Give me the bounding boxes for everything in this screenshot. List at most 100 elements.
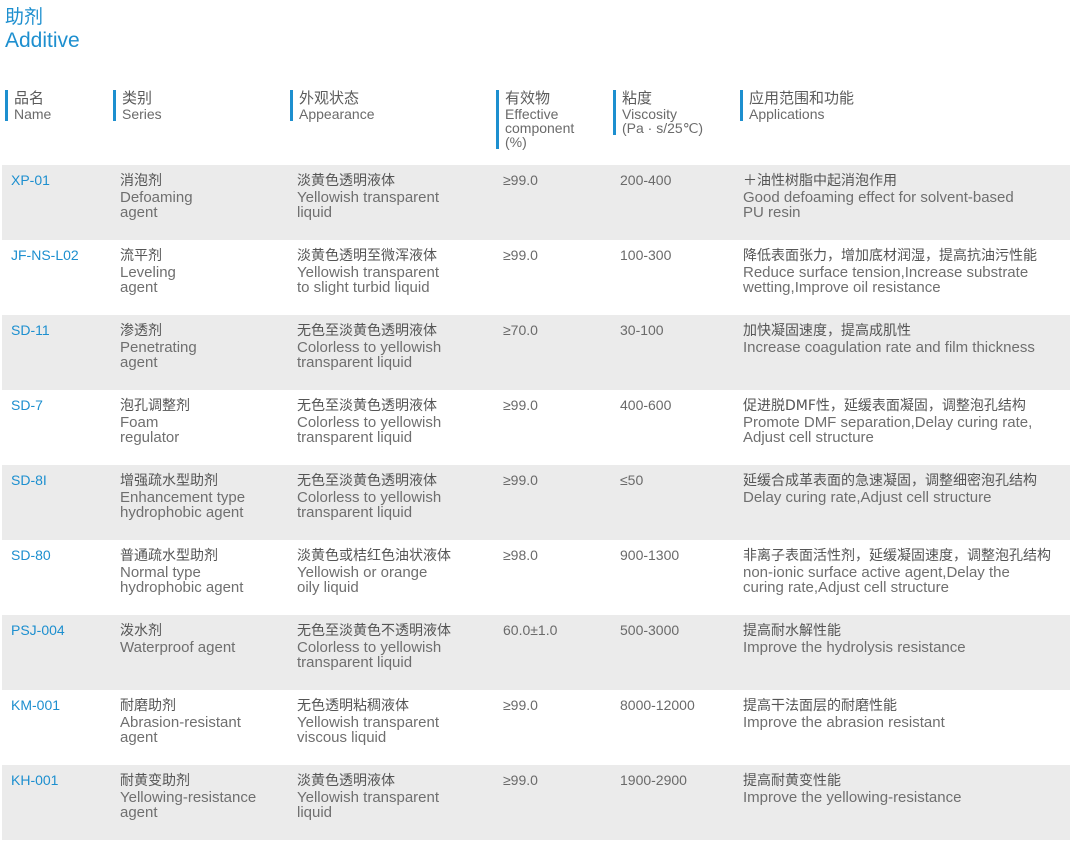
appearance-zh: 淡黄色或桔红色油状液体 <box>297 548 451 564</box>
header-series-zh: 类别 <box>122 89 153 107</box>
product-applications: 提高耐黄变性能 Improve the yellowing-resistance <box>743 773 1068 805</box>
product-name: XP-01 <box>11 172 50 188</box>
series-en: hydrophobic agent <box>120 504 244 521</box>
product-appearance: 无色至淡黄色透明液体 Colorless to yellowish transpar… <box>297 473 497 520</box>
product-effective-component: ≥99.0 <box>503 772 538 788</box>
series-en: Defoaming <box>120 189 193 206</box>
header-series: 类别 Series <box>113 90 162 121</box>
applications-en: PU resin <box>743 204 801 221</box>
product-appearance: 淡黄色透明液体 Yellowish transparent liquid <box>297 773 497 820</box>
applications-en: Adjust cell structure <box>743 429 874 446</box>
appearance-en: Yellowish or orange <box>297 564 428 581</box>
appearance-en: transparent liquid <box>297 654 413 671</box>
product-effective-component: ≥98.0 <box>503 547 538 563</box>
product-appearance: 无色透明粘稠液体 Yellowish transparent viscous li… <box>297 698 497 745</box>
table-row: SD-8I 增强疏水型助剂 Enhancement type hydrophobic … <box>2 465 1070 540</box>
product-effective-component: ≥99.0 <box>503 247 538 263</box>
series-zh: 流平剂 <box>120 248 162 264</box>
applications-en: Delay curing rate,Adjust cell structure <box>743 489 992 506</box>
applications-zh: 提高干法面层的耐磨性能 <box>743 698 897 714</box>
appearance-en: liquid <box>297 204 333 221</box>
appearance-zh: 淡黄色透明液体 <box>297 173 395 189</box>
product-effective-component: ≥99.0 <box>503 697 538 713</box>
header-appearance: 外观状态 Appearance <box>290 90 375 121</box>
product-name: PSJ-004 <box>11 622 65 638</box>
product-viscosity: 500-3000 <box>620 622 680 638</box>
page-title-zh: 助剂 <box>5 6 44 28</box>
header-viscosity-en2: (Pa · s/25℃) <box>622 120 704 136</box>
product-applications: 降低表面张力，增加底材润湿，提高抗油污性能 Reduce surface tens… <box>743 248 1068 295</box>
product-series: 泼水剂 Waterproof agent <box>120 623 290 655</box>
product-viscosity: 400-600 <box>620 397 672 413</box>
appearance-en: transparent liquid <box>297 429 413 446</box>
appearance-zh: 淡黄色透明至微浑液体 <box>297 248 437 264</box>
product-name: SD-80 <box>11 547 51 563</box>
series-zh: 消泡剂 <box>120 173 162 189</box>
appearance-en: transparent liquid <box>297 504 413 521</box>
product-name: JF-NS-L02 <box>11 247 79 263</box>
product-effective-component: ≥99.0 <box>503 472 538 488</box>
series-en: Foam <box>120 414 159 431</box>
header-series-en: Series <box>122 106 162 122</box>
product-applications: 延缓合成革表面的急速凝固，调整细密泡孔结构 Delay curing rate,A… <box>743 473 1068 505</box>
product-applications: 促进脱DMF性，延缓表面凝固，调整泡孔结构 Promote DMF separat… <box>743 398 1068 445</box>
applications-en: Increase coagulation rate and film thick… <box>743 339 1035 356</box>
series-en: agent <box>120 804 158 821</box>
table-row: XP-01 消泡剂 Defoaming agent 淡黄色透明液体 Yellowish t… <box>2 165 1070 240</box>
product-series: 泡孔调整剂 Foam regulator <box>120 398 290 445</box>
series-en: Penetrating <box>120 339 197 356</box>
header-component-en1: Effective <box>505 106 559 122</box>
product-applications: 提高干法面层的耐磨性能 Improve the abrasion resistan… <box>743 698 1068 730</box>
series-en: regulator <box>120 429 180 446</box>
table-row: KM-001 耐磨助剂 Abrasion-resistant agent 无色透明粘稠液… <box>2 690 1070 765</box>
applications-en: wetting,Improve oil resistance <box>743 279 941 296</box>
product-effective-component: 60.0±1.0 <box>503 622 558 638</box>
appearance-en: Yellowish transparent <box>297 714 440 731</box>
product-series: 渗透剂 Penetrating agent <box>120 323 290 370</box>
table-row: PSJ-004 泼水剂 Waterproof agent 无色至淡黄色不透明液体 Col… <box>2 615 1070 690</box>
applications-en: non-ionic surface active agent,Delay the <box>743 564 1010 581</box>
appearance-en: transparent liquid <box>297 354 413 371</box>
product-applications: ＋油性树脂中起消泡作用 Good defoaming effect for sol… <box>743 173 1068 220</box>
applications-zh: 提高耐水解性能 <box>743 623 841 639</box>
appearance-en: Colorless to yellowish <box>297 489 442 506</box>
applications-en: Improve the abrasion resistant <box>743 714 945 731</box>
appearance-zh: 无色至淡黄色透明液体 <box>297 398 437 414</box>
product-name: SD-7 <box>11 397 43 413</box>
applications-zh: 降低表面张力，增加底材润湿，提高抗油污性能 <box>743 248 1037 264</box>
table-row: SD-80 普通疏水型助剂 Normal type hydrophobic agent… <box>2 540 1070 615</box>
header-viscosity: 粘度 Viscosity (Pa · s/25℃) <box>613 90 703 135</box>
table-header: 品名 Name 类别 Series 外观状态 Appearance 有效物 Ef… <box>0 90 1070 160</box>
product-appearance: 无色至淡黄色不透明液体 Colorless to yellowish transpa… <box>297 623 497 670</box>
applications-zh: 非离子表面活性剂，延缓凝固速度，调整泡孔结构 <box>743 548 1051 564</box>
appearance-en: Yellowish transparent <box>297 264 440 281</box>
header-component-en3: (%) <box>505 134 527 150</box>
page-title: 助剂 Additive <box>5 6 80 54</box>
series-en: Yellowing-resistance <box>120 789 257 806</box>
series-zh: 泡孔调整剂 <box>120 398 190 414</box>
appearance-zh: 无色至淡黄色透明液体 <box>297 323 437 339</box>
table-row: KH-001 耐黄变助剂 Yellowing-resistance agent 淡黄色透… <box>2 765 1070 840</box>
series-en: agent <box>120 204 158 221</box>
appearance-en: liquid <box>297 804 333 821</box>
appearance-zh: 无色至淡黄色透明液体 <box>297 473 437 489</box>
product-effective-component: ≥99.0 <box>503 397 538 413</box>
header-applications-zh: 应用范围和功能 <box>749 89 855 107</box>
applications-zh: 加快凝固速度，提高成肌性 <box>743 323 911 339</box>
header-appearance-zh: 外观状态 <box>299 89 360 107</box>
product-name: KM-001 <box>11 697 61 713</box>
series-en: Enhancement type <box>120 489 246 506</box>
product-name: SD-11 <box>11 322 50 338</box>
applications-zh: 提高耐黄变性能 <box>743 773 841 789</box>
header-name: 品名 Name <box>5 90 51 121</box>
product-viscosity: 8000-12000 <box>620 697 695 713</box>
header-applications-en: Applications <box>749 106 825 122</box>
series-en: Leveling <box>120 264 176 281</box>
series-en: agent <box>120 279 158 296</box>
product-appearance: 淡黄色透明至微浑液体 Yellowish transparent to slight… <box>297 248 497 295</box>
product-series: 增强疏水型助剂 Enhancement type hydrophobic agent <box>120 473 290 520</box>
series-en: Normal type <box>120 564 201 581</box>
appearance-en: Yellowish transparent <box>297 189 440 206</box>
table-row: SD-7 泡孔调整剂 Foam regulator 无色至淡黄色透明液体 Colorles… <box>2 390 1070 465</box>
header-name-en: Name <box>14 106 52 122</box>
